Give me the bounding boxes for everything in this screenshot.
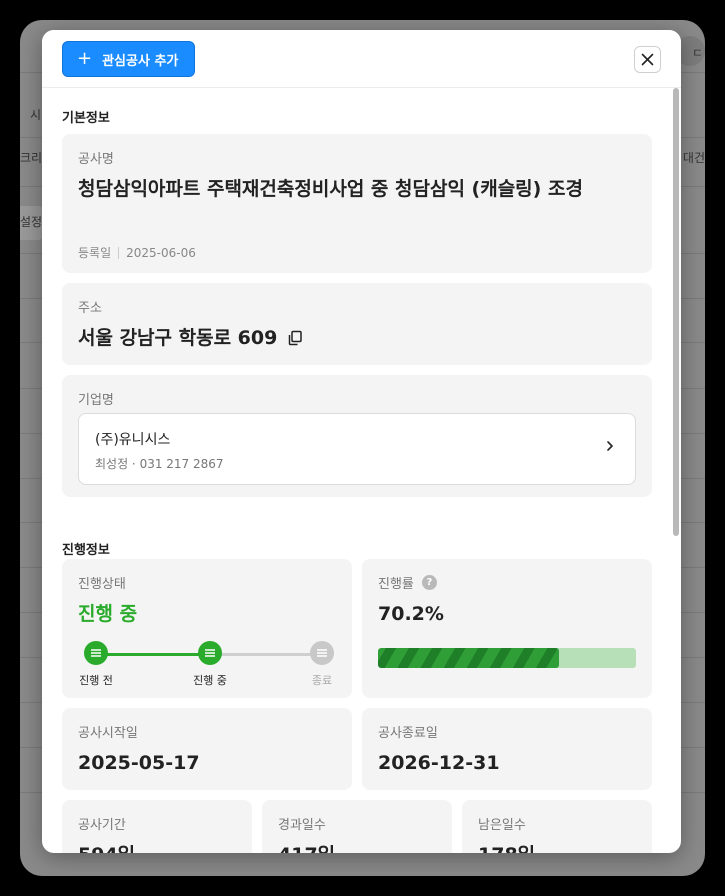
address-label: 주소 xyxy=(78,301,102,316)
step-label-current: 진행 중 xyxy=(193,674,227,687)
help-icon[interactable]: ? xyxy=(421,575,437,590)
status-label: 진행상태 xyxy=(78,577,126,592)
copy-icon[interactable] xyxy=(287,330,303,346)
status-card: 진행상태 진행 중 진행 전 진행 중 종료 xyxy=(62,559,352,698)
progress-bar xyxy=(378,648,636,668)
elapsed-card: 경과일수 417일 xyxy=(262,800,452,853)
end-date-value: 2026-12-31 xyxy=(378,752,500,774)
company-card: 기업명 (주)유니시스 최성정 · 031 217 2867 xyxy=(62,375,652,497)
registered-label: 등록일 xyxy=(78,246,112,260)
start-date-label: 공사시작일 xyxy=(78,726,138,741)
step-line-pending xyxy=(210,653,322,656)
modal-header: + 관심공사 추가 xyxy=(42,30,681,88)
duration-card: 공사기간 594일 xyxy=(62,800,252,853)
bg-right-top-fragment: ㄷ xyxy=(691,46,703,60)
step-line-done xyxy=(90,653,210,656)
meta-divider xyxy=(118,246,120,259)
status-value: 진행 중 xyxy=(78,603,138,625)
progress-info-section-title: 진행정보 xyxy=(62,543,110,558)
status-stepper: 진행 전 진행 중 종료 xyxy=(78,641,338,687)
rate-card: 진행률 ? 70.2% xyxy=(362,559,652,698)
progress-bar-fill xyxy=(378,648,560,668)
step-end-icon xyxy=(310,641,334,665)
company-contact: 최성정 · 031 217 2867 xyxy=(95,457,224,471)
remaining-card: 남은일수 178일 xyxy=(462,800,652,853)
project-detail-modal: + 관심공사 추가 기본정보 공사명 청담삼익아파트 주택재건축정비사업 중 청… xyxy=(42,30,681,853)
rate-label: 진행률 xyxy=(378,577,414,592)
elapsed-label: 경과일수 xyxy=(278,818,326,833)
remaining-value: 178일 xyxy=(478,840,535,853)
add-interest-project-button[interactable]: + 관심공사 추가 xyxy=(62,41,196,77)
project-name-card: 공사명 청담삼익아파트 주택재건축정비사업 중 청담삼익 (캐슬링) 조경 등록… xyxy=(62,134,652,273)
end-date-label: 공사종료일 xyxy=(378,726,438,741)
project-name-label: 공사명 xyxy=(78,152,114,167)
end-date-card: 공사종료일 2026-12-31 xyxy=(362,708,652,790)
company-label: 기업명 xyxy=(78,393,114,408)
duration-label: 공사기간 xyxy=(78,818,126,833)
step-current-icon xyxy=(198,641,222,665)
plus-icon: + xyxy=(77,48,93,69)
company-link[interactable]: (주)유니시스 최성정 · 031 217 2867 xyxy=(78,413,636,485)
add-interest-project-label: 관심공사 추가 xyxy=(102,53,179,69)
basic-info-section-title: 기본정보 xyxy=(62,111,110,126)
address-card: 주소 서울 강남구 학동로 609 xyxy=(62,283,652,365)
rate-value: 70.2% xyxy=(378,603,444,625)
bg-right-fragment: 대건 xyxy=(682,151,705,165)
bg-settings-fragment: 설정 xyxy=(20,215,43,229)
company-name: (주)유니시스 xyxy=(95,432,171,448)
address-row: 서울 강남구 학동로 609 xyxy=(78,323,303,353)
modal-scrollbar[interactable] xyxy=(673,88,679,853)
rate-header: 진행률 ? xyxy=(378,573,437,592)
start-date-value: 2025-05-17 xyxy=(78,752,200,774)
list-icon xyxy=(205,649,215,657)
project-name: 청담삼익아파트 주택재건축정비사업 중 청담삼익 (캐슬링) 조경 xyxy=(78,178,583,200)
close-icon xyxy=(641,53,654,66)
list-icon xyxy=(91,649,101,657)
start-date-card: 공사시작일 2025-05-17 xyxy=(62,708,352,790)
duration-value: 594일 xyxy=(78,840,135,853)
device-frame: 시 크리 대건 설정 ㄷ + 관심공사 추가 기본정보 공사명 청담삼익아파트 … xyxy=(0,0,725,896)
chevron-right-icon xyxy=(607,441,613,451)
list-icon xyxy=(317,649,327,657)
registered-date: 2025-06-06 xyxy=(126,245,196,260)
elapsed-value: 417일 xyxy=(278,840,335,853)
bg-tab-fragment: 시 xyxy=(30,108,42,122)
close-button[interactable] xyxy=(634,46,661,73)
step-label-before: 진행 전 xyxy=(79,674,113,687)
step-label-end: 종료 xyxy=(311,674,333,687)
remaining-label: 남은일수 xyxy=(478,818,526,833)
address-value: 서울 강남구 학동로 609 xyxy=(78,327,278,349)
registered-meta: 등록일 2025-06-06 xyxy=(78,244,196,261)
modal-body[interactable]: 기본정보 공사명 청담삼익아파트 주택재건축정비사업 중 청담삼익 (캐슬링) … xyxy=(42,88,681,853)
scrollbar-thumb[interactable] xyxy=(673,88,679,536)
step-before-icon xyxy=(84,641,108,665)
bg-filter-fragment: 크리 xyxy=(20,151,43,165)
